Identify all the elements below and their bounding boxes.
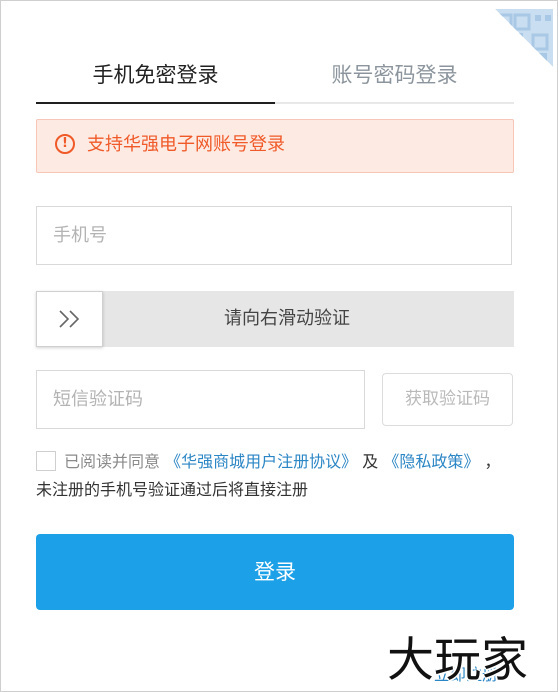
phone-field bbox=[36, 206, 512, 265]
slider-handle[interactable] bbox=[36, 291, 103, 347]
agree-checkbox[interactable] bbox=[36, 451, 56, 471]
sms-code-input[interactable] bbox=[37, 371, 364, 428]
agreement-prefix: 已阅读并同意 bbox=[64, 452, 161, 471]
agreement-and: 及 bbox=[362, 452, 379, 471]
info-alert: ! 支持华强电子网账号登录 bbox=[36, 119, 514, 173]
sms-code-field bbox=[36, 370, 365, 429]
tab-sms-login[interactable]: 手机免密登录 bbox=[36, 53, 275, 101]
slide-verification: 请向右滑动验证 bbox=[36, 291, 514, 347]
active-tab-indicator bbox=[36, 102, 275, 104]
registration-note: 未注册的手机号验证通过后将直接注册 bbox=[36, 480, 309, 499]
alert-text: 支持华强电子网账号登录 bbox=[87, 134, 285, 155]
get-code-button[interactable]: 获取验证码 bbox=[382, 373, 513, 426]
phone-input[interactable] bbox=[37, 207, 511, 264]
double-chevron-right-icon bbox=[59, 310, 80, 328]
agreement-line: 已阅读并同意 《华强商城用户注册协议》 及 《隐私政策》 ， bbox=[64, 450, 500, 474]
slider-hint: 请向右滑动验证 bbox=[224, 308, 350, 329]
login-panel: 手机免密登录 账号密码登录 ! 支持华强电子网账号登录 请向右滑动验证 获取验证… bbox=[0, 0, 558, 692]
privacy-policy-link[interactable]: 《隐私政策》 bbox=[383, 452, 479, 471]
watermark-logo: 大玩家 bbox=[387, 633, 528, 688]
login-button[interactable]: 登录 bbox=[36, 534, 514, 610]
agreement-comma: ， bbox=[484, 452, 501, 471]
tab-password-login[interactable]: 账号密码登录 bbox=[275, 53, 514, 101]
user-agreement-link[interactable]: 《华强商城用户注册协议》 bbox=[165, 452, 357, 471]
login-tabs: 手机免密登录 账号密码登录 bbox=[36, 53, 514, 105]
exclamation-circle-icon: ! bbox=[55, 134, 75, 154]
